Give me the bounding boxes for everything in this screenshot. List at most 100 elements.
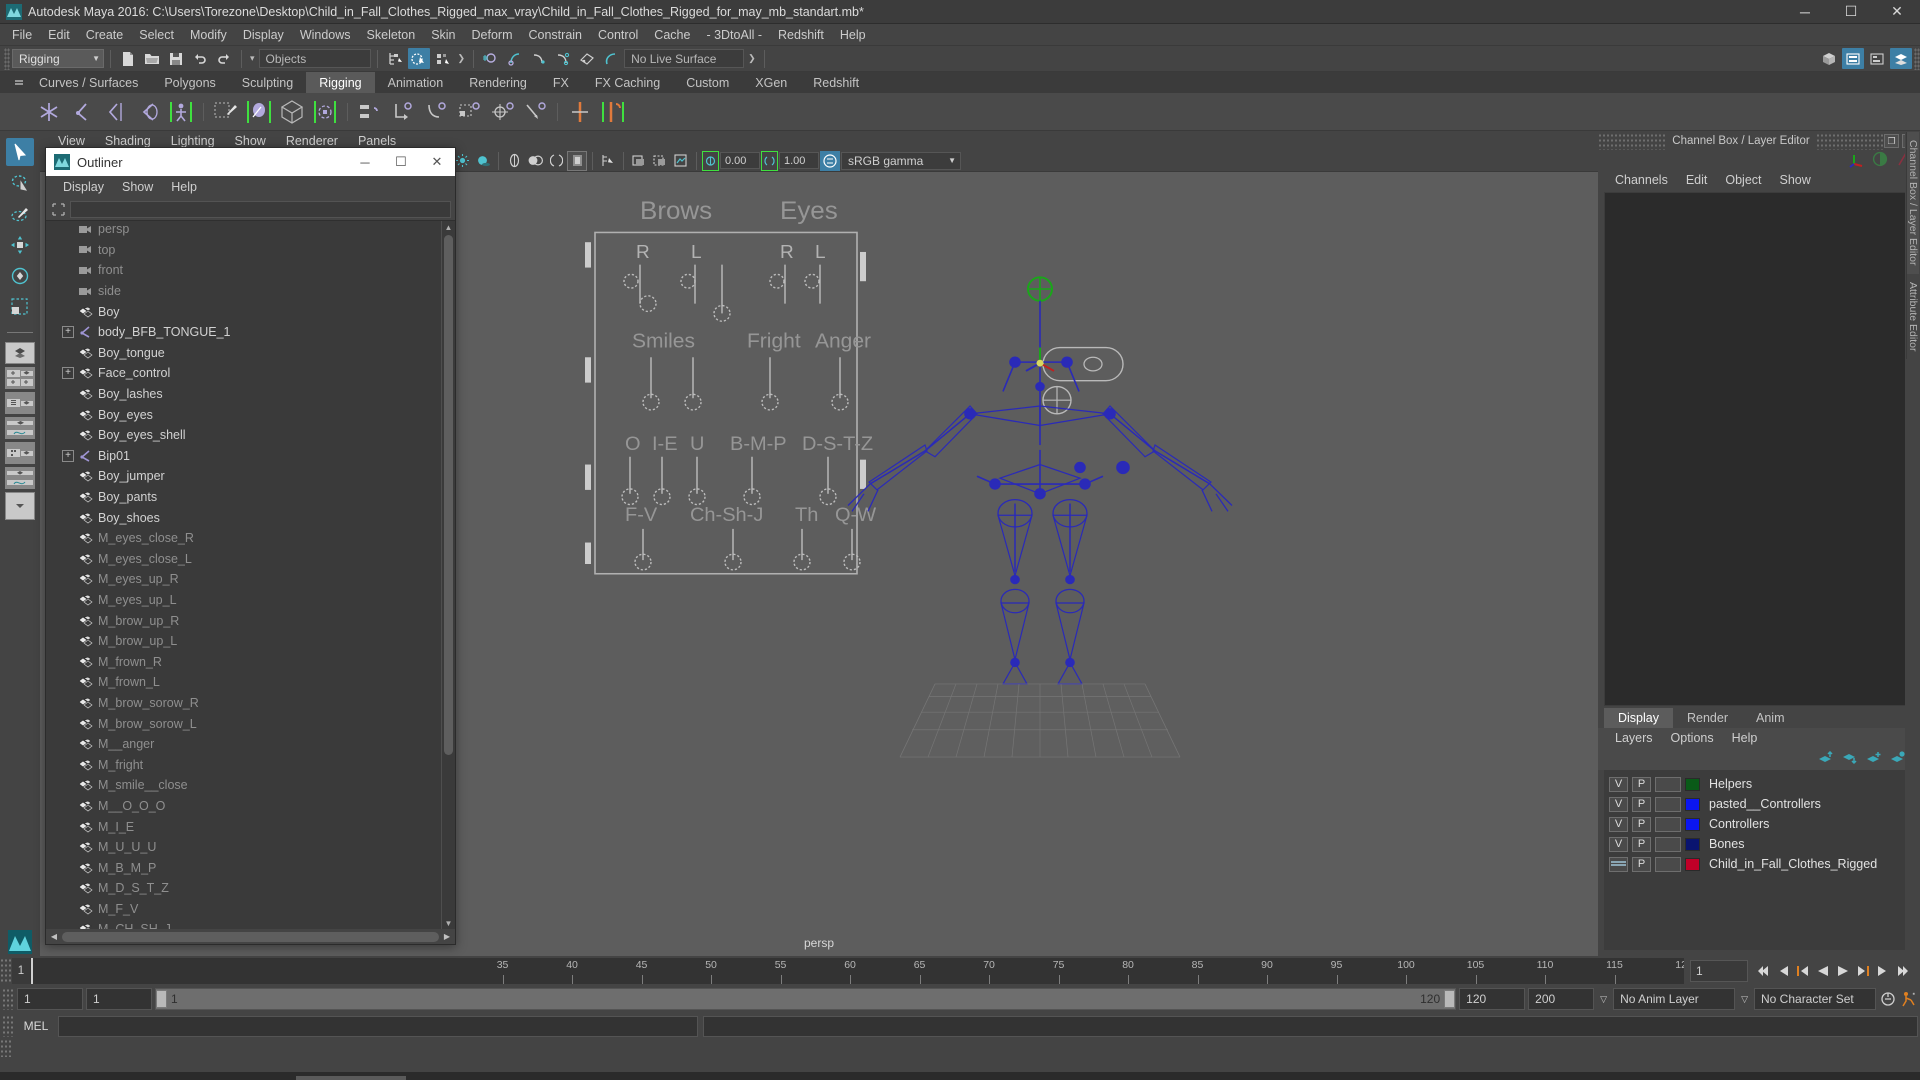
show-hide-modeling-toolkit-icon[interactable] [1818, 48, 1840, 69]
playback-end-time-field[interactable]: 120 [1459, 988, 1526, 1010]
outliner-item[interactable]: M_eyes_close_L [46, 549, 441, 570]
layer-visibility-toggle[interactable]: V [1609, 796, 1628, 812]
outliner-item[interactable]: M_F_V [46, 899, 441, 920]
quick-layout-persp-graph2[interactable] [5, 467, 35, 489]
outliner-maximize-button[interactable]: ☐ [383, 148, 419, 176]
layer-color-swatch[interactable] [1685, 777, 1700, 791]
panel-drag-dots[interactable] [1598, 132, 1667, 150]
viewport-menu-shading[interactable]: Shading [95, 134, 161, 148]
go-to-end-icon[interactable] [1894, 961, 1912, 981]
playback-start-time-field[interactable]: 1 [86, 988, 152, 1010]
display-layer-row[interactable]: P Child_in_Fall_Clothes_Rigged [1604, 854, 1914, 874]
outliner-horizontal-scrollbar[interactable]: ◀ ▶ [46, 929, 455, 944]
outliner-filter-icon[interactable] [50, 202, 66, 216]
viewport-menu-renderer[interactable]: Renderer [276, 134, 348, 148]
menu-set-dropdown[interactable]: Rigging ▼ [12, 49, 104, 68]
snap-to-view-plane-icon[interactable] [576, 48, 598, 69]
scroll-down-arrow-icon[interactable]: ▼ [442, 917, 455, 929]
statusline-expand2-icon[interactable]: ❯ [746, 53, 758, 64]
scale-constraint-icon[interactable] [454, 96, 484, 128]
open-scene-icon[interactable] [141, 48, 163, 69]
outliner-item[interactable]: + Bip01 [46, 446, 441, 467]
move-layer-down-icon[interactable] [1842, 751, 1858, 768]
move-tool-icon[interactable] [6, 231, 34, 259]
layer-visibility-toggle[interactable]: V [1609, 776, 1628, 792]
menu-skin[interactable]: Skin [423, 26, 463, 44]
cluster-deformer-icon[interactable] [310, 96, 340, 128]
show-hide-channel-box-icon[interactable] [1890, 48, 1912, 69]
maximize-button[interactable]: ☐ [1828, 0, 1874, 24]
command-input-field[interactable] [58, 1015, 698, 1037]
shelf-tab-polygons[interactable]: Polygons [151, 72, 229, 93]
close-button[interactable]: ✕ [1874, 0, 1920, 24]
shelf-tab-rendering[interactable]: Rendering [456, 72, 540, 93]
gamma-toggle-button[interactable] [761, 150, 778, 171]
outliner-item[interactable]: M_eyes_close_R [46, 528, 441, 549]
animation-preferences-icon[interactable] [1900, 989, 1918, 1009]
shelf-tab-fx-caching[interactable]: FX Caching [581, 72, 674, 93]
select-by-object-type-icon[interactable] [407, 48, 430, 69]
time-slider[interactable]: 35 40 45 50 55 60 65 70 75 80 85 90 95 100 105 110 115 12… [30, 958, 1684, 984]
gamma-value-field[interactable]: 1.00 [779, 152, 819, 169]
range-slider-grip[interactable] [2, 988, 14, 1010]
layer-color-swatch[interactable] [1685, 837, 1700, 851]
menu-control[interactable]: Control [590, 26, 646, 44]
quick-layout-persp-graph[interactable] [5, 417, 35, 439]
selection-mask-field[interactable]: Objects [258, 49, 371, 68]
lattice-deformer-icon[interactable] [277, 96, 307, 128]
minimize-button[interactable]: ─ [1782, 0, 1828, 24]
tab-anim[interactable]: Anim [1742, 708, 1798, 728]
outliner-item[interactable]: M_B_M_P [46, 857, 441, 878]
vtab-channel-box-layer-editor[interactable]: Channel Box / Layer Editor [1906, 132, 1919, 274]
create-layer-from-selected-icon[interactable] [1890, 750, 1906, 768]
step-back-frame-icon[interactable] [1794, 961, 1812, 981]
range-slider-bar[interactable]: 1 120 [155, 988, 1457, 1010]
quick-layout-hypershade-persp[interactable] [5, 442, 35, 464]
outliner-item[interactable]: M_CH_SH_J [46, 919, 441, 929]
outliner-item[interactable]: Boy_tongue [46, 343, 441, 364]
outliner-hscroll-thumb[interactable] [62, 931, 439, 942]
shelf-tab-redshift[interactable]: Redshift [800, 72, 873, 93]
outliner-minimize-button[interactable]: ─ [347, 148, 383, 176]
layers-menu-layers[interactable]: Layers [1606, 731, 1662, 745]
paint-skin-weights-icon[interactable] [211, 96, 241, 128]
layers-menu-help[interactable]: Help [1723, 731, 1767, 745]
quick-layout-four-view[interactable] [5, 367, 35, 389]
layer-shading-toggle[interactable] [1655, 816, 1681, 832]
outliner-scroll-thumb[interactable] [444, 235, 453, 755]
auto-keyframe-toggle-icon[interactable] [1879, 989, 1897, 1009]
animation-end-time-field[interactable]: 200 [1528, 988, 1595, 1010]
outliner-item[interactable]: M_I_E [46, 816, 441, 837]
shelf-tab-sculpting[interactable]: Sculpting [228, 72, 307, 93]
make-live-icon[interactable] [600, 48, 622, 69]
tab-display[interactable]: Display [1604, 708, 1673, 728]
character-set-caret-icon[interactable]: ▽ [1738, 994, 1751, 1005]
shelf-grip[interactable] [12, 72, 26, 93]
layer-shading-toggle[interactable] [1655, 836, 1681, 852]
xray-joints-icon[interactable] [525, 151, 545, 171]
menu-file[interactable]: File [4, 26, 40, 44]
shelf-tab-animation[interactable]: Animation [374, 72, 457, 93]
go-to-start-icon[interactable] [1754, 961, 1772, 981]
outliner-list[interactable]: persp top front side Boy + body_BFB_TONGUE_1 Bo… [46, 220, 455, 929]
help-line-grip[interactable] [0, 1039, 12, 1057]
select-by-hierarchy-icon[interactable] [384, 48, 406, 69]
scroll-up-arrow-icon[interactable]: ▲ [442, 221, 455, 233]
quick-layout-more-button[interactable] [5, 492, 35, 520]
shelf-tab-rigging[interactable]: Rigging [306, 72, 375, 93]
undock-panel-button[interactable]: ❐ [1884, 134, 1900, 148]
viewport-menu-panels[interactable]: Panels [348, 134, 406, 148]
display-layer-row[interactable]: V P Bones [1604, 834, 1914, 854]
taskbar-active-item[interactable] [296, 1076, 406, 1080]
soft-selection-icon[interactable] [1872, 151, 1888, 170]
outliner-item[interactable]: Boy_eyes [46, 404, 441, 425]
redo-icon[interactable] [213, 48, 235, 69]
menu-windows[interactable]: Windows [292, 26, 359, 44]
range-end-handle[interactable] [1444, 990, 1456, 1008]
viewport-menu-show[interactable]: Show [225, 134, 276, 148]
snap-to-grid-icon[interactable] [480, 48, 502, 69]
menu-redshift[interactable]: Redshift [770, 26, 832, 44]
menu-deform[interactable]: Deform [464, 26, 521, 44]
outliner-item[interactable]: M_brow_sorow_L [46, 713, 441, 734]
color-management-toggle-icon[interactable] [820, 150, 840, 171]
